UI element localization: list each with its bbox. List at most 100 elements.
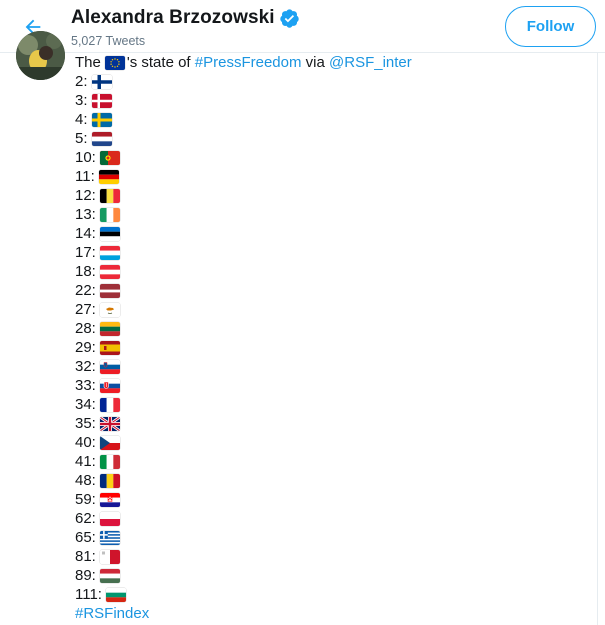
- ranking-number: 41:: [75, 453, 96, 470]
- ranking-row: 111:: [75, 585, 595, 604]
- ranking-number: 5:: [75, 130, 88, 147]
- hungary-flag-icon: [99, 568, 120, 583]
- ranking-row: 13:: [75, 205, 595, 224]
- ranking-number: 3:: [75, 92, 88, 109]
- ranking-number: 2:: [75, 73, 88, 90]
- croatia-flag-icon: [99, 492, 120, 507]
- portugal-flag-icon: [99, 150, 120, 165]
- belgium-flag-icon: [99, 188, 120, 203]
- ranking-number: 13:: [75, 206, 96, 223]
- tweet-text: The 's state of #PressFreedom via @RSF_i…: [75, 53, 595, 623]
- ranking-number: 48:: [75, 472, 96, 489]
- column-divider: [597, 53, 598, 625]
- bulgaria-flag-icon: [105, 587, 126, 602]
- spain-flag-icon: [99, 340, 120, 355]
- via-text: via: [305, 54, 325, 71]
- ranking-row: 62:: [75, 509, 595, 528]
- sweden-flag-icon: [91, 112, 112, 127]
- ranking-number: 27:: [75, 301, 96, 318]
- intro-suffix: 's state of: [126, 54, 191, 71]
- avatar[interactable]: [16, 31, 65, 80]
- ranking-row: 40:: [75, 433, 595, 452]
- greece-flag-icon: [99, 530, 120, 545]
- ranking-row: 4:: [75, 110, 595, 129]
- germany-flag-icon: [98, 169, 119, 184]
- ranking-number: 35:: [75, 415, 96, 432]
- ranking-number: 59:: [75, 491, 96, 508]
- austria-flag-icon: [99, 264, 120, 279]
- ranking-row: 65:: [75, 528, 595, 547]
- ranking-row: 2:: [75, 72, 595, 91]
- ranking-row: 48:: [75, 471, 595, 490]
- ranking-number: 32:: [75, 358, 96, 375]
- profile-title: Alexandra Brzozowski 5,027 Tweets: [71, 6, 300, 48]
- hashtag-pressfreedom-link[interactable]: #PressFreedom: [195, 53, 302, 72]
- ireland-flag-icon: [99, 207, 120, 222]
- ranking-number: 14:: [75, 225, 96, 242]
- ranking-number: 18:: [75, 263, 96, 280]
- finland-flag-icon: [91, 74, 112, 89]
- verified-badge-icon: [279, 8, 300, 29]
- ranking-row: 29:: [75, 338, 595, 357]
- ranking-number: 12:: [75, 187, 96, 204]
- ranking-number: 10:: [75, 149, 96, 166]
- follow-button[interactable]: Follow: [505, 6, 596, 47]
- ranking-number: 62:: [75, 510, 96, 527]
- ranking-number: 28:: [75, 320, 96, 337]
- ranking-number: 65:: [75, 529, 96, 546]
- poland-flag-icon: [99, 511, 120, 526]
- ranking-row: 33:: [75, 376, 595, 395]
- italy-flag-icon: [99, 454, 120, 469]
- ranking-number: 29:: [75, 339, 96, 356]
- ranking-number: 4:: [75, 111, 88, 128]
- ranking-row: 32:: [75, 357, 595, 376]
- ranking-number: 33:: [75, 377, 96, 394]
- ranking-row: 12:: [75, 186, 595, 205]
- france-flag-icon: [99, 397, 120, 412]
- ranking-number: 34:: [75, 396, 96, 413]
- profile-name: Alexandra Brzozowski: [71, 7, 275, 28]
- ranking-row: 14:: [75, 224, 595, 243]
- lithuania-flag-icon: [99, 321, 120, 336]
- ranking-row: 81:: [75, 547, 595, 566]
- ranking-row: 27:: [75, 300, 595, 319]
- ranking-row: 3:: [75, 91, 595, 110]
- czechia-flag-icon: [99, 435, 120, 450]
- ranking-number: 11:: [75, 168, 95, 185]
- ranking-number: 111:: [75, 586, 102, 603]
- cyprus-flag-icon: [99, 302, 120, 317]
- ranking-row: 22:: [75, 281, 595, 300]
- latvia-flag-icon: [99, 283, 120, 298]
- ranking-number: 81:: [75, 548, 96, 565]
- slovenia-flag-icon: [99, 359, 120, 374]
- ranking-number: 40:: [75, 434, 96, 451]
- intro-prefix: The: [75, 54, 101, 71]
- ranking-row: 41:: [75, 452, 595, 471]
- ranking-row: 59:: [75, 490, 595, 509]
- ranking-row: 35:: [75, 414, 595, 433]
- ranking-row: 11:: [75, 167, 595, 186]
- ranking-row: 10:: [75, 148, 595, 167]
- united-kingdom-flag-icon: [99, 416, 120, 431]
- ranking-row: 17:: [75, 243, 595, 262]
- hashtag-rsfindex-link[interactable]: #RSFindex: [75, 604, 149, 623]
- european-union-flag-icon: [104, 55, 125, 70]
- luxembourg-flag-icon: [99, 245, 120, 260]
- estonia-flag-icon: [99, 226, 120, 241]
- ranking-row: 34:: [75, 395, 595, 414]
- ranking-row: 28:: [75, 319, 595, 338]
- profile-header: Alexandra Brzozowski 5,027 Tweets Follow: [0, 0, 605, 53]
- slovakia-flag-icon: [99, 378, 120, 393]
- ranking-number: 89:: [75, 567, 96, 584]
- ranking-number: 17:: [75, 244, 96, 261]
- tweet-count: 5,027 Tweets: [71, 34, 146, 48]
- romania-flag-icon: [99, 473, 120, 488]
- netherlands-flag-icon: [91, 131, 112, 146]
- tweet-intro-line: The 's state of #PressFreedom via @RSF_i…: [75, 53, 595, 72]
- ranking-row: 5:: [75, 129, 595, 148]
- denmark-flag-icon: [91, 93, 112, 108]
- tweet-footer-line: #RSFindex: [75, 604, 595, 623]
- ranking-row: 18:: [75, 262, 595, 281]
- mention-rsf-link[interactable]: @RSF_inter: [329, 53, 412, 72]
- ranking-row: 89:: [75, 566, 595, 585]
